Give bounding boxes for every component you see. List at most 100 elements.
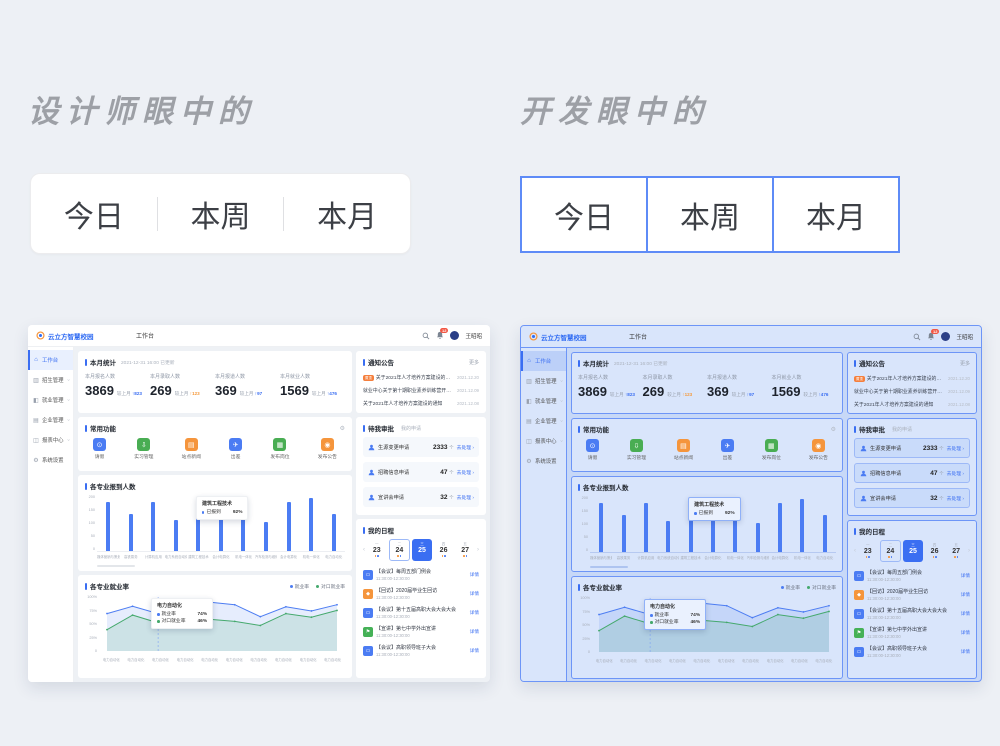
quick-action-实习管理[interactable]: ⇩实习管理 [134,438,153,460]
bar[interactable] [622,515,626,552]
sidebar-item-工作台[interactable]: ⌂工作台 [521,351,566,371]
bar[interactable] [756,523,760,552]
quick-action-发布岗位[interactable]: ▦发布岗位 [762,439,781,461]
search-icon[interactable] [422,332,430,340]
day-chip-23[interactable]: 一23 [367,539,387,561]
quick-action-发布公告[interactable]: ◉发布公告 [318,438,337,460]
day-chip-24[interactable]: 二24 [389,539,411,561]
segment-month[interactable]: 本月 [284,192,410,236]
quick-action-请假[interactable]: ⊙请假 [586,439,599,461]
tab-workbench[interactable]: 工作台 [629,332,647,341]
quick-action-出差[interactable]: ✈出差 [229,438,242,460]
sidebar-item-工作台[interactable]: ⌂工作台 [28,350,73,370]
bar[interactable] [599,503,603,552]
notice-row[interactable]: 就业中心关于第十期职业素养训练营开展通…2021.12.09 [363,384,479,397]
detail-link[interactable]: 详情 [470,629,479,635]
go-handle-link[interactable]: 去处理 › [947,445,964,452]
next-days-icon[interactable]: › [477,547,479,553]
sidebar-item-就业管理[interactable]: ◧就业管理› [521,391,566,411]
bar[interactable] [264,522,268,551]
notice-row[interactable]: 置顶关于2021年人才培养方案建设的通知2021.12.20 [363,371,479,384]
quick-action-发布公告[interactable]: ◉发布公告 [809,439,828,461]
day-chip-26[interactable]: 四26 [925,540,945,562]
chart-scrollbar[interactable] [97,565,135,567]
search-icon[interactable] [913,333,921,341]
tab-workbench[interactable]: 工作台 [136,331,154,340]
gear-icon[interactable]: ⚙ [831,426,836,433]
my-applications-tab[interactable]: 我的申请 [892,426,912,433]
bar[interactable] [151,502,155,551]
sidebar-item-系统设置[interactable]: ⚙系统设置 [521,451,566,471]
bar[interactable] [129,514,133,551]
sidebar-item-企业管理[interactable]: ▤企业管理› [28,410,73,430]
day-chip-24[interactable]: 二24 [880,540,902,562]
notice-row[interactable]: 置顶关于2021年人才培养方案建设的通知2021.12.20 [854,372,970,385]
quick-action-请假[interactable]: ⊙请假 [93,438,106,460]
quick-action-实习管理[interactable]: ⇩实习管理 [627,439,646,461]
day-chip-27[interactable]: 五27 [946,540,966,562]
detail-link[interactable]: 详情 [961,573,970,579]
bar[interactable] [778,503,782,552]
quick-action-发布岗位[interactable]: ▦发布岗位 [270,438,289,460]
sidebar-item-招生管理[interactable]: ▥招生管理› [521,371,566,391]
avatar[interactable] [450,331,459,340]
sidebar-item-招生管理[interactable]: ▥招生管理› [28,370,73,390]
go-handle-link[interactable]: 去处理 › [457,469,474,476]
bar[interactable] [823,515,827,552]
notifications-bell[interactable]: 12 [436,331,444,340]
bar[interactable] [174,520,178,551]
sidebar-item-报表中心[interactable]: ◫报表中心› [28,430,73,450]
segment-week[interactable]: 本周 [158,192,284,236]
bar[interactable] [332,514,336,551]
detail-link[interactable]: 详情 [961,649,970,655]
next-days-icon[interactable]: › [968,548,970,554]
detail-link[interactable]: 详情 [470,610,479,616]
sidebar-item-就业管理[interactable]: ◧就业管理› [28,390,73,410]
sidebar-item-企业管理[interactable]: ▤企业管理› [521,411,566,431]
notice-row[interactable]: 就业中心关于第十期职业素养训练营开展通…2021.12.09 [854,385,970,398]
day-chip-27[interactable]: 五27 [455,539,475,561]
quick-action-站点新闻[interactable]: ▤站点新闻 [674,439,693,461]
sidebar-item-报表中心[interactable]: ◫报表中心› [521,431,566,451]
user-name[interactable]: 王昭昭 [956,333,973,341]
gear-icon[interactable]: ⚙ [340,425,345,432]
bar[interactable] [666,521,670,552]
day-chip-26[interactable]: 四26 [434,539,454,561]
go-handle-link[interactable]: 去处理 › [457,494,474,501]
sidebar-item-系统设置[interactable]: ⚙系统设置 [28,450,73,470]
segment-month-dev[interactable]: 本月 [772,176,900,253]
bar[interactable] [644,503,648,552]
quick-action-站点新闻[interactable]: ▤站点新闻 [182,438,201,460]
day-chip-25[interactable]: 三25 [903,540,923,562]
detail-link[interactable]: 详情 [470,591,479,597]
notice-row[interactable]: 关于2021年人才培养方案建设的通知2021.12.08 [854,398,970,411]
detail-link[interactable]: 详情 [961,630,970,636]
detail-link[interactable]: 详情 [961,592,970,598]
go-handle-link[interactable]: 去处理 › [947,495,964,502]
chart-scrollbar[interactable] [590,566,628,568]
go-handle-link[interactable]: 去处理 › [947,470,964,477]
segment-week-dev[interactable]: 本周 [646,176,774,253]
day-chip-25[interactable]: 三25 [412,539,432,561]
notices-more-link[interactable]: 更多 [469,359,479,366]
quick-action-出差[interactable]: ✈出差 [721,439,734,461]
bar[interactable] [309,498,313,551]
segment-today-dev[interactable]: 今日 [520,176,648,253]
bar[interactable] [106,502,110,551]
avatar[interactable] [941,332,950,341]
prev-days-icon[interactable]: ‹ [854,548,856,554]
go-handle-link[interactable]: 去处理 › [457,444,474,451]
bar[interactable] [800,499,804,552]
my-applications-tab[interactable]: 我的申请 [401,425,421,432]
bar[interactable] [287,502,291,551]
prev-days-icon[interactable]: ‹ [363,547,365,553]
detail-link[interactable]: 详情 [470,648,479,654]
detail-link[interactable]: 详情 [470,572,479,578]
user-name[interactable]: 王昭昭 [465,332,482,340]
notices-more-link[interactable]: 更多 [960,360,970,367]
notifications-bell[interactable]: 12 [927,332,935,341]
day-chip-23[interactable]: 一23 [858,540,878,562]
detail-link[interactable]: 详情 [961,611,970,617]
notice-row[interactable]: 关于2021年人才培养方案建设的通知2021.12.08 [363,397,479,410]
segment-today[interactable]: 今日 [31,192,157,236]
